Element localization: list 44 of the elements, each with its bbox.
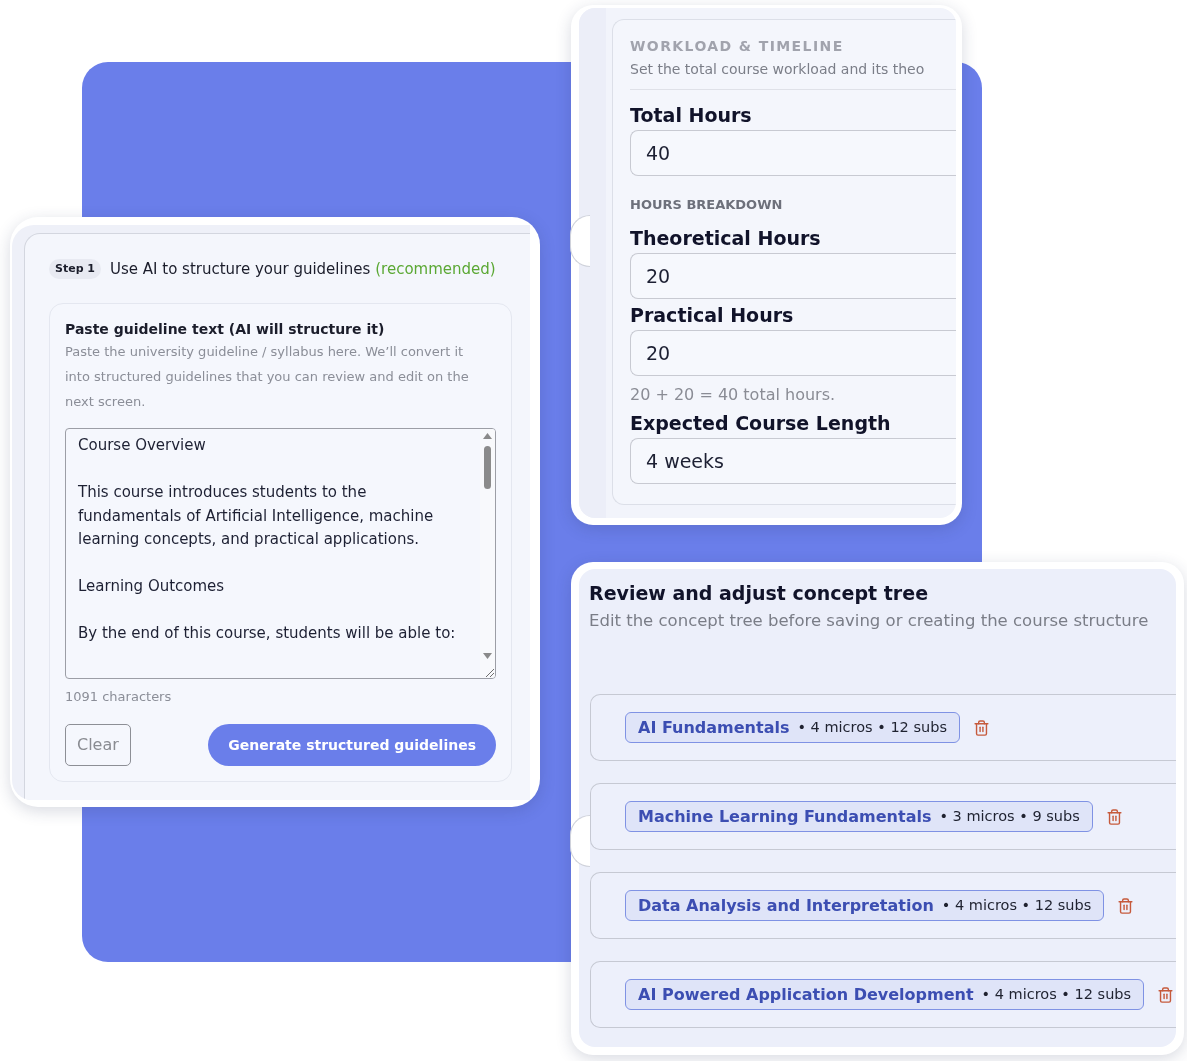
tree-subtitle: Edit the concept tree before saving or creating the course structure (589, 610, 1150, 632)
tree-title: Review and adjust concept tree (589, 581, 929, 605)
scroll-up-arrow-icon[interactable] (483, 433, 492, 439)
step-title: Use AI to structure your guidelines (110, 259, 371, 280)
input-field[interactable]: 4 weeks (630, 438, 956, 484)
concept-title: Machine Learning Fundamentals (638, 805, 932, 828)
concept-title: AI Powered Application Development (638, 983, 974, 1006)
section-label: HOURS BREAKDOWN (630, 196, 784, 214)
scrollbar[interactable] (480, 429, 495, 678)
concept-meta: • 3 micros • 9 subs (939, 806, 1080, 826)
concept-chip[interactable]: AI Fundamentals • 4 micros • 12 subs (625, 712, 960, 743)
concept-chip[interactable]: Data Analysis and Interpretation • 4 micros • 12 subs (625, 890, 1105, 921)
section-description: Paste the university guideline / syllabus here. We’ll convert it into structured guidelines that you can review and edit on the next screen. (65, 343, 470, 411)
scrollbar-thumb[interactable] (484, 446, 491, 489)
scroll-down-arrow-icon[interactable] (483, 653, 492, 659)
concept-meta: • 4 micros • 12 subs (941, 895, 1092, 915)
section-heading: WORKLOAD & TIMELINE (630, 37, 845, 55)
trash-icon[interactable] (972, 718, 990, 737)
concept-title: AI Fundamentals (638, 716, 790, 739)
section-title: Paste guideline text (AI will structure it) (65, 320, 386, 339)
guideline-textarea[interactable]: Course Overview This course introduces students to the fundamentals of Artificial Intelligence, machine learning concepts, and practical applications. Learning Outcomes By the end of this course, students will be able to: (65, 428, 496, 679)
field-label: Total Hours (630, 103, 753, 127)
concept-meta: • 4 micros • 12 subs (981, 984, 1132, 1004)
resize-grip-icon[interactable] (484, 668, 494, 677)
generate-button[interactable]: Generate structured guidelines (208, 724, 496, 766)
concept-meta: • 4 micros • 12 subs (797, 717, 947, 737)
concept-chip[interactable]: AI Powered Application Development • 4 micros • 12 subs (625, 979, 1145, 1010)
trash-icon[interactable] (1157, 985, 1175, 1004)
field-label: Practical Hours (630, 303, 795, 327)
hours-summary: 20 + 20 = 40 total hours. (630, 385, 837, 405)
input-field[interactable]: 20 (630, 253, 956, 299)
trash-icon[interactable] (1105, 807, 1123, 826)
field-label: Expected Course Length (630, 411, 892, 435)
trash-icon[interactable] (1117, 896, 1135, 915)
field-label: Theoretical Hours (630, 226, 822, 250)
character-count: 1091 characters (65, 688, 173, 706)
section-subtitle: Set the total course workload and its theo (630, 60, 926, 79)
input-field[interactable]: 40 (630, 130, 956, 176)
recommended-label: (recommended) (375, 259, 496, 280)
step-badge: Step 1 (49, 259, 101, 279)
concept-chip[interactable]: Machine Learning Fundamentals • 3 micros • 9 subs (625, 801, 1093, 832)
concept-title: Data Analysis and Interpretation (638, 894, 934, 917)
input-field[interactable]: 20 (630, 330, 956, 376)
circle-edge-decoration (570, 215, 590, 267)
